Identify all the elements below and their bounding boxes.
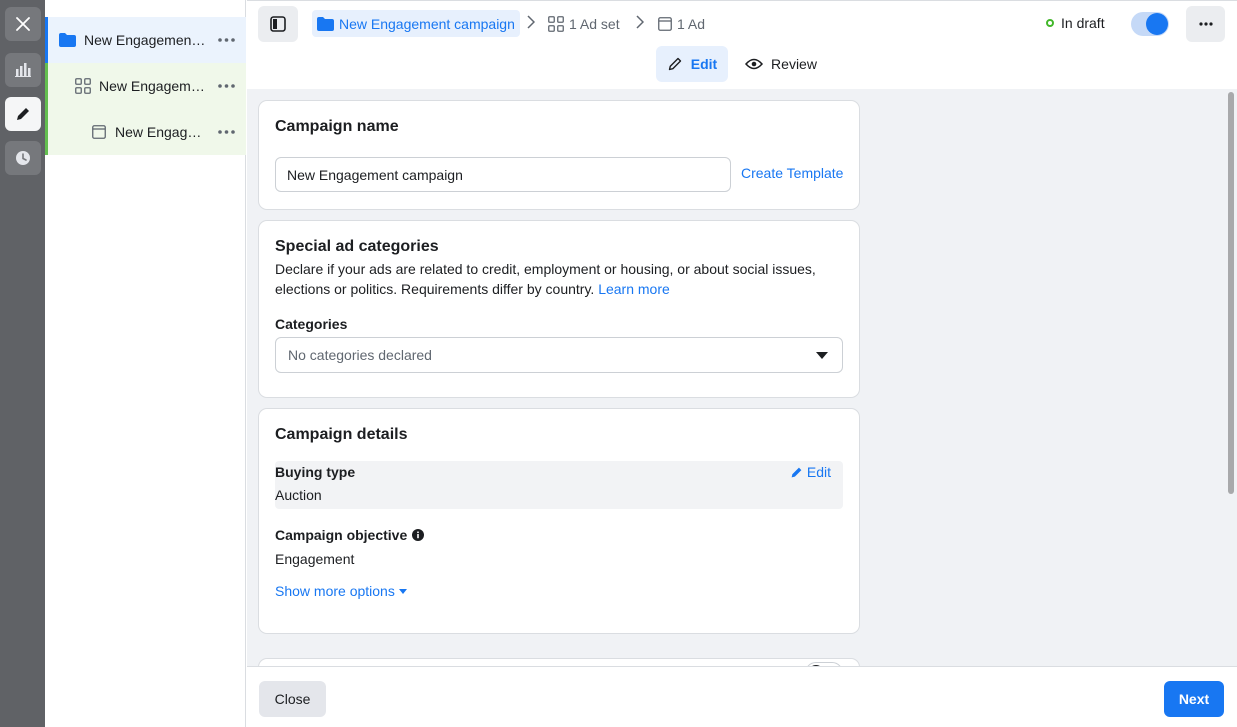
- caret-down-icon: [816, 351, 828, 359]
- objective-label-row: Campaign objective: [275, 527, 425, 543]
- tree-item-campaign[interactable]: New Engagement campaign: [45, 17, 246, 63]
- objective-label: Campaign objective: [275, 527, 408, 543]
- breadcrumb-adset-label: 1 Ad set: [569, 15, 620, 32]
- breadcrumb-campaign[interactable]: New Engagement campaign: [312, 10, 520, 37]
- ad-icon: [92, 125, 106, 139]
- card-title: Campaign details: [275, 426, 408, 443]
- create-template-link[interactable]: Create Template: [741, 165, 843, 181]
- chevron-right-icon: [636, 15, 644, 29]
- close-rail-button[interactable]: [5, 7, 41, 41]
- draft-status-label: In draft: [1061, 15, 1105, 31]
- breadcrumb-ad[interactable]: 1 Ad: [658, 10, 705, 37]
- history-rail-button[interactable]: [5, 141, 41, 175]
- editor-content[interactable]: Campaign name New Engagement campaign Cr…: [247, 89, 1225, 666]
- structure-tree: New Engagement campaign New Engagement a…: [45, 0, 246, 727]
- tree-item-label: New Engagement campaign: [84, 32, 206, 48]
- tree-item-ad[interactable]: New Engagement ad: [45, 109, 246, 155]
- grid-icon: [548, 15, 564, 32]
- status-dot-icon: [1046, 19, 1054, 27]
- ad-icon: [658, 16, 672, 31]
- campaign-name-value: New Engagement campaign: [287, 166, 463, 183]
- tab-edit[interactable]: Edit: [656, 46, 728, 82]
- content-scrollbar[interactable]: [1225, 89, 1237, 666]
- tab-edit-label: Edit: [690, 56, 718, 72]
- pencil-icon: [791, 467, 802, 477]
- show-more-options-label: Show more options: [275, 583, 395, 599]
- learn-more-link[interactable]: Learn more: [598, 281, 670, 297]
- card-title: Special ad categories: [275, 238, 439, 255]
- categories-placeholder: No categories declared: [288, 347, 432, 363]
- campaign-toggle[interactable]: [1131, 12, 1169, 36]
- grid-icon: [75, 78, 91, 94]
- next-button[interactable]: Next: [1164, 681, 1224, 717]
- caret-down-icon: [398, 588, 407, 594]
- info-icon[interactable]: [412, 529, 425, 541]
- editor-footer: Close Next: [247, 666, 1237, 727]
- special-ad-categories-card: Special ad categories Declare if your ad…: [259, 221, 859, 397]
- panel-toggle-button[interactable]: [258, 6, 298, 42]
- insights-rail-button[interactable]: [5, 53, 41, 87]
- more-options-button[interactable]: [1186, 6, 1225, 42]
- campaign-name-card: Campaign name New Engagement campaign Cr…: [259, 101, 859, 209]
- pencil-icon: [17, 108, 29, 120]
- show-more-options-link[interactable]: Show more options: [275, 583, 407, 599]
- scrollbar-thumb[interactable]: [1228, 92, 1234, 494]
- chart-icon: [15, 63, 31, 77]
- campaign-name-input[interactable]: New Engagement campaign: [275, 157, 731, 192]
- more-icon[interactable]: [206, 84, 246, 88]
- left-rail: [0, 0, 45, 727]
- categories-select[interactable]: No categories declared: [275, 337, 843, 373]
- buying-type-row: Buying type Auction Edit: [275, 461, 843, 509]
- more-icon: [1198, 22, 1213, 26]
- tree-item-label: New Engagement ad: [115, 124, 206, 140]
- buying-type-edit-button[interactable]: Edit: [790, 464, 831, 480]
- campaign-details-card: Campaign details Buying type Auction Edi…: [259, 409, 859, 633]
- categories-label: Categories: [275, 316, 348, 332]
- pencil-icon: [668, 57, 681, 71]
- eye-icon: [745, 58, 764, 70]
- toggle-knob: [1146, 13, 1168, 35]
- draft-status: In draft: [1046, 15, 1105, 31]
- buying-type-value: Auction: [275, 487, 322, 503]
- buying-type-edit-label: Edit: [806, 464, 831, 480]
- ab-test-card: [259, 659, 859, 666]
- edit-rail-button[interactable]: [5, 97, 41, 131]
- clock-icon: [16, 151, 30, 165]
- more-icon[interactable]: [206, 38, 246, 42]
- objective-value: Engagement: [275, 551, 355, 567]
- tree-item-adset[interactable]: New Engagement ad set: [45, 63, 246, 109]
- more-icon[interactable]: [206, 130, 246, 134]
- tab-review[interactable]: Review: [738, 46, 824, 82]
- chevron-right-icon: [527, 15, 535, 29]
- folder-icon: [317, 16, 334, 31]
- sidebar-icon: [270, 16, 286, 32]
- buying-type-label: Buying type: [275, 464, 356, 480]
- breadcrumb-adset[interactable]: 1 Ad set: [548, 10, 620, 37]
- tab-review-label: Review: [771, 56, 817, 72]
- close-icon: [16, 17, 30, 31]
- editor-header: New Engagement campaign 1 Ad set 1 Ad In…: [247, 0, 1237, 89]
- breadcrumb-campaign-label: New Engagement campaign: [339, 15, 515, 32]
- folder-icon: [59, 33, 76, 47]
- breadcrumb-ad-label: 1 Ad: [677, 15, 706, 32]
- close-button[interactable]: Close: [259, 681, 326, 717]
- tree-item-label: New Engagement ad set: [99, 78, 206, 94]
- special-ad-description: Declare if your ads are related to credi…: [275, 261, 816, 297]
- card-title: Campaign name: [275, 118, 399, 135]
